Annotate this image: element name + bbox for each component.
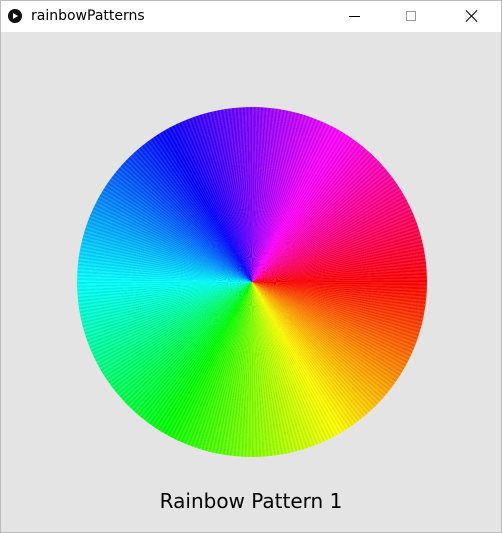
window-title: rainbowPatterns xyxy=(31,8,145,24)
rainbow-wheel-container xyxy=(77,107,427,457)
maximize-icon xyxy=(406,11,416,21)
close-icon xyxy=(465,9,479,23)
play-icon[interactable] xyxy=(8,9,22,23)
app-window: rainbowPatterns Rainbow Pattern 1 xyxy=(0,0,502,533)
maximize-button[interactable] xyxy=(388,1,434,32)
pattern-caption: Rainbow Pattern 1 xyxy=(159,489,343,513)
minimize-button[interactable] xyxy=(332,1,378,32)
minimize-icon xyxy=(349,16,360,17)
close-button[interactable] xyxy=(448,1,494,32)
rainbow-wheel xyxy=(77,107,427,457)
title-bar[interactable]: rainbowPatterns xyxy=(1,1,501,32)
sketch-canvas[interactable]: Rainbow Pattern 1 xyxy=(1,32,501,532)
